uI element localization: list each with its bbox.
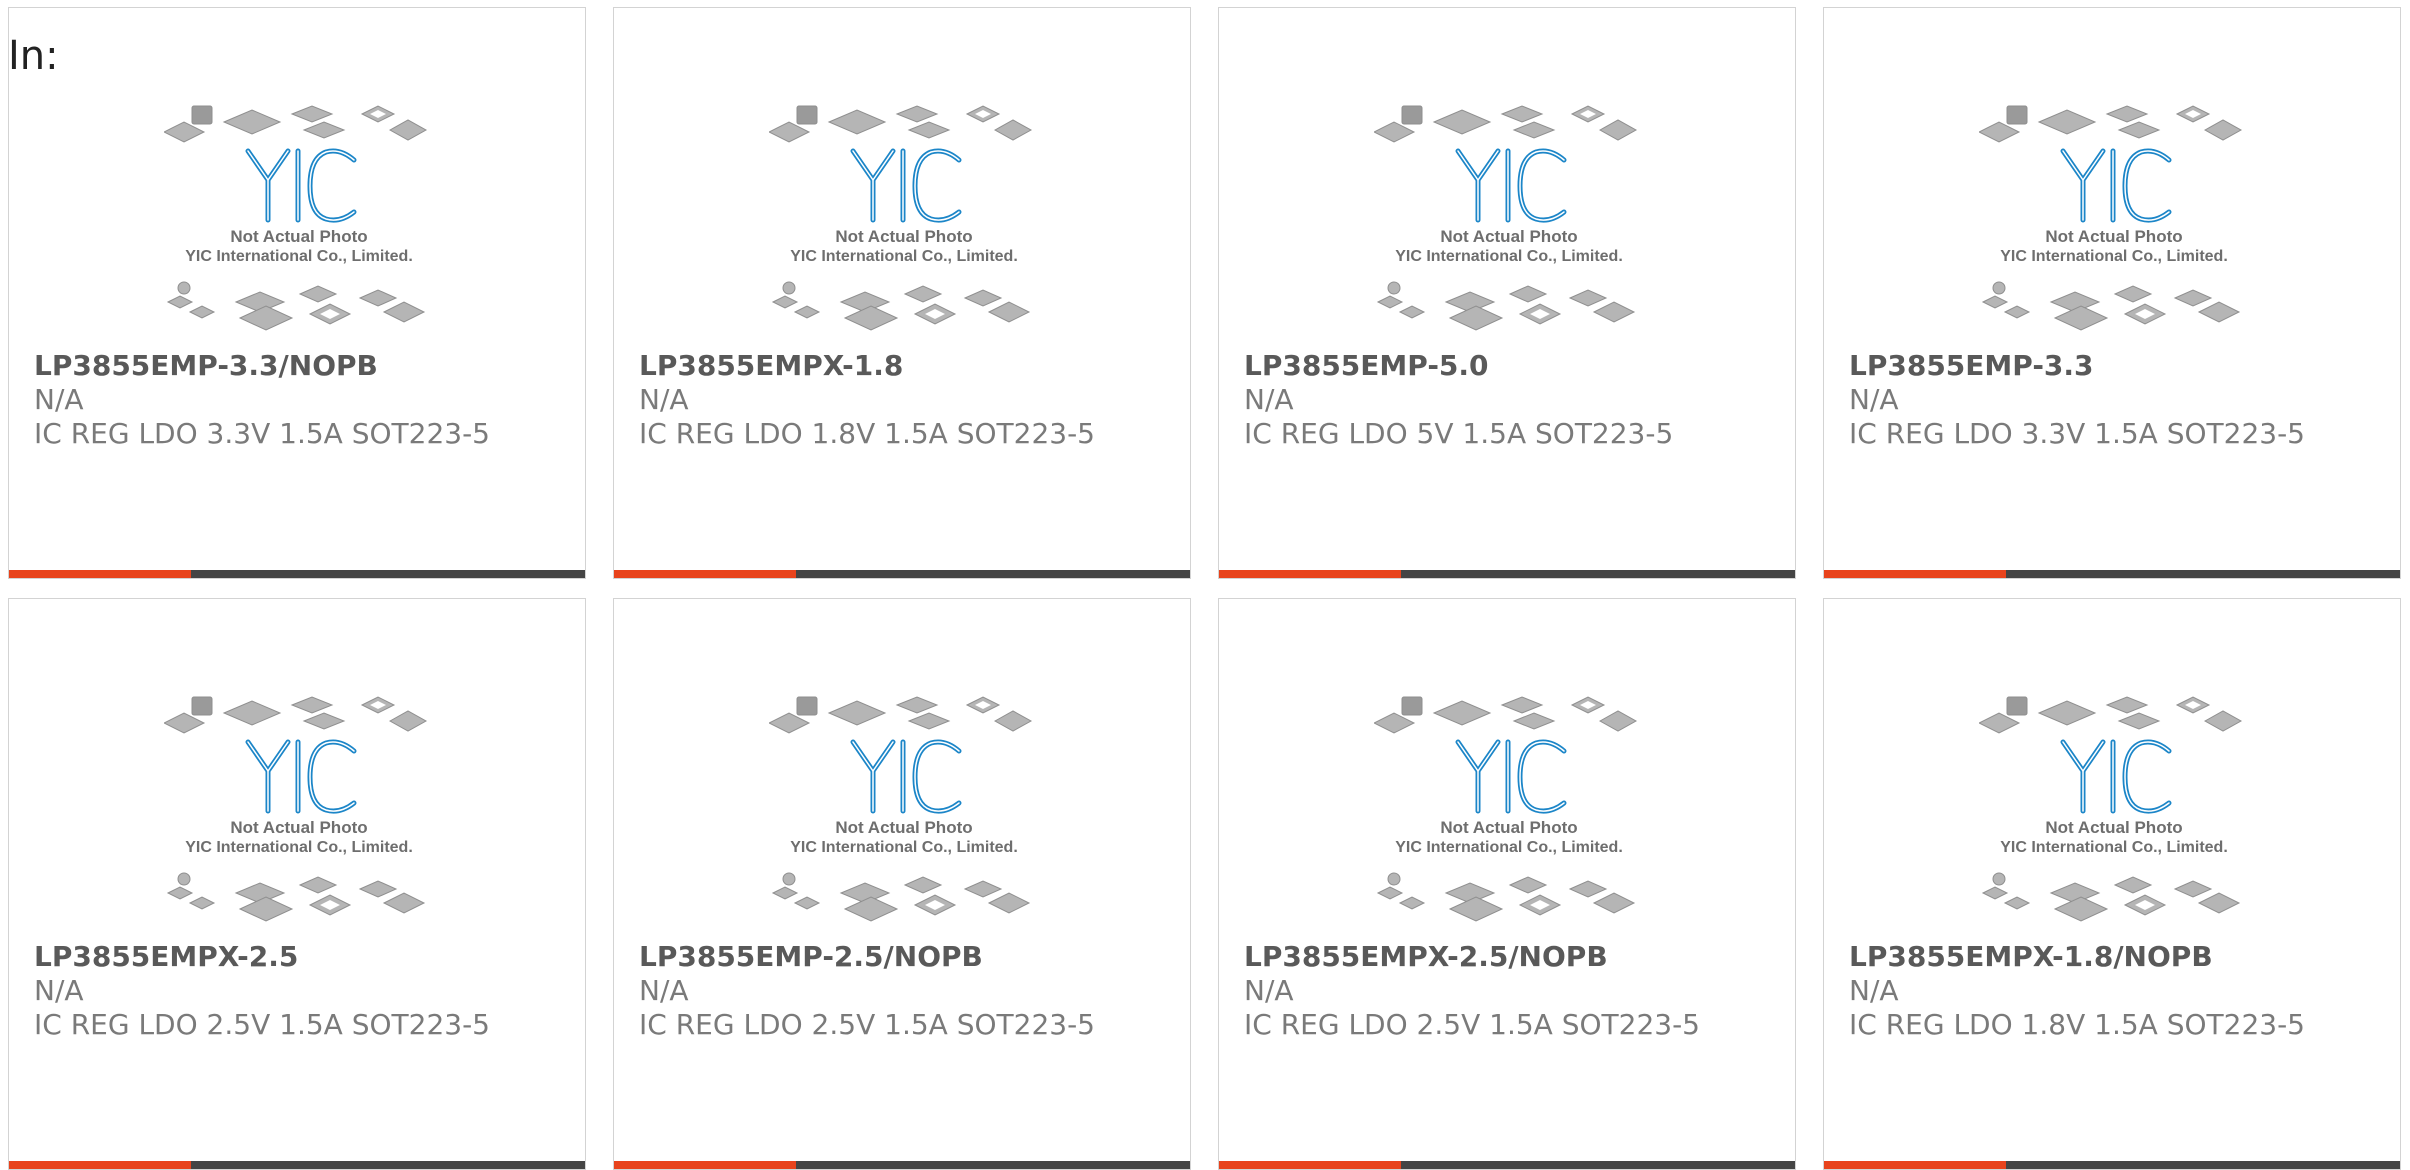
product-image[interactable]: Not Actual Photo YIC International Co., … <box>1977 96 2249 346</box>
description: IC REG LDO 2.5V 1.5A SOT223-5 <box>34 1008 490 1041</box>
placeholder-caption-line2: YIC International Co., Limited. <box>1395 248 1623 265</box>
description: IC REG LDO 5V 1.5A SOT223-5 <box>1244 417 1674 450</box>
product-image[interactable]: Not Actual Photo YIC International Co., … <box>767 687 1039 937</box>
card-bottom-bar <box>1824 570 2400 578</box>
product-card[interactable]: Not Actual Photo YIC International Co., … <box>8 598 586 1170</box>
card-bar-accent <box>9 570 191 578</box>
card-bottom-bar <box>9 570 585 578</box>
chip-placeholder-icon: Not Actual Photo YIC International Co., … <box>162 105 428 331</box>
part-number[interactable]: LP3855EMPX-1.8 <box>639 349 1180 383</box>
placeholder-caption-line1: Not Actual Photo <box>1440 227 1577 246</box>
part-number[interactable]: LP3855EMP-3.3/NOPB <box>34 349 575 383</box>
product-info: LP3855EMP-2.5/NOPB N/A IC REG LDO 2.5V 1… <box>639 940 1180 1042</box>
placeholder-caption-line1: Not Actual Photo <box>835 227 972 246</box>
card-bar-accent <box>614 570 796 578</box>
card-bottom-bar <box>1219 570 1795 578</box>
part-number[interactable]: LP3855EMPX-1.8/NOPB <box>1849 940 2390 974</box>
placeholder-caption-line2: YIC International Co., Limited. <box>790 248 1018 265</box>
manufacturer: N/A <box>639 974 689 1007</box>
placeholder-caption-line2: YIC International Co., Limited. <box>2000 839 2228 856</box>
card-bar-accent <box>614 1161 796 1169</box>
card-bar-accent <box>1219 1161 1401 1169</box>
manufacturer: N/A <box>1849 974 1899 1007</box>
card-bar-accent <box>1219 570 1401 578</box>
chip-placeholder-icon: Not Actual Photo YIC International Co., … <box>1372 696 1638 922</box>
product-image[interactable]: Not Actual Photo YIC International Co., … <box>1372 687 1644 937</box>
chip-placeholder-icon: Not Actual Photo YIC International Co., … <box>767 105 1033 331</box>
chip-placeholder-icon: Not Actual Photo YIC International Co., … <box>162 696 428 922</box>
card-bottom-bar <box>1219 1161 1795 1169</box>
product-info: LP3855EMP-3.3/NOPB N/A IC REG LDO 3.3V 1… <box>34 349 575 451</box>
product-card[interactable]: Not Actual Photo YIC International Co., … <box>613 7 1191 579</box>
placeholder-caption-line1: Not Actual Photo <box>2045 227 2182 246</box>
chip-placeholder-icon: Not Actual Photo YIC International Co., … <box>767 696 1033 922</box>
product-image[interactable]: Not Actual Photo YIC International Co., … <box>1977 687 2249 937</box>
description: IC REG LDO 2.5V 1.5A SOT223-5 <box>639 1008 1095 1041</box>
part-number[interactable]: LP3855EMPX-2.5 <box>34 940 575 974</box>
card-bottom-bar <box>9 1161 585 1169</box>
product-card[interactable]: Not Actual Photo YIC International Co., … <box>613 598 1191 1170</box>
product-card[interactable]: Not Actual Photo YIC International Co., … <box>1218 7 1796 579</box>
part-number[interactable]: LP3855EMPX-2.5/NOPB <box>1244 940 1785 974</box>
part-number[interactable]: LP3855EMP-5.0 <box>1244 349 1785 383</box>
placeholder-caption-line2: YIC International Co., Limited. <box>1395 839 1623 856</box>
manufacturer: N/A <box>1244 974 1294 1007</box>
chip-placeholder-icon: Not Actual Photo YIC International Co., … <box>1977 105 2243 331</box>
chip-placeholder-icon: Not Actual Photo YIC International Co., … <box>1372 105 1638 331</box>
manufacturer: N/A <box>639 383 689 416</box>
placeholder-caption-line1: Not Actual Photo <box>230 818 367 837</box>
placeholder-caption-line1: Not Actual Photo <box>1440 818 1577 837</box>
description: IC REG LDO 3.3V 1.5A SOT223-5 <box>34 417 490 450</box>
product-image[interactable]: Not Actual Photo YIC International Co., … <box>767 96 1039 346</box>
product-card[interactable]: Not Actual Photo YIC International Co., … <box>8 7 586 579</box>
placeholder-caption-line2: YIC International Co., Limited. <box>185 248 413 265</box>
placeholder-caption-line2: YIC International Co., Limited. <box>2000 248 2228 265</box>
product-info: LP3855EMP-5.0 N/A IC REG LDO 5V 1.5A SOT… <box>1244 349 1785 451</box>
card-bottom-bar <box>614 1161 1190 1169</box>
product-grid: Not Actual Photo YIC International Co., … <box>8 7 2401 1170</box>
part-number[interactable]: LP3855EMP-2.5/NOPB <box>639 940 1180 974</box>
description: IC REG LDO 1.8V 1.5A SOT223-5 <box>639 417 1095 450</box>
product-image[interactable]: Not Actual Photo YIC International Co., … <box>1372 96 1644 346</box>
manufacturer: N/A <box>34 383 84 416</box>
product-info: LP3855EMPX-2.5/NOPB N/A IC REG LDO 2.5V … <box>1244 940 1785 1042</box>
description: IC REG LDO 2.5V 1.5A SOT223-5 <box>1244 1008 1700 1041</box>
product-info: LP3855EMP-3.3 N/A IC REG LDO 3.3V 1.5A S… <box>1849 349 2390 451</box>
placeholder-caption-line1: Not Actual Photo <box>2045 818 2182 837</box>
product-card[interactable]: Not Actual Photo YIC International Co., … <box>1823 7 2401 579</box>
product-card[interactable]: Not Actual Photo YIC International Co., … <box>1823 598 2401 1170</box>
placeholder-caption-line1: Not Actual Photo <box>835 818 972 837</box>
manufacturer: N/A <box>1244 383 1294 416</box>
card-bottom-bar <box>614 570 1190 578</box>
product-image[interactable]: Not Actual Photo YIC International Co., … <box>162 96 434 346</box>
card-bar-accent <box>1824 1161 2006 1169</box>
product-info: LP3855EMPX-2.5 N/A IC REG LDO 2.5V 1.5A … <box>34 940 575 1042</box>
chip-placeholder-icon: Not Actual Photo YIC International Co., … <box>1977 696 2243 922</box>
card-bottom-bar <box>1824 1161 2400 1169</box>
filter-label: In: <box>8 33 59 79</box>
manufacturer: N/A <box>1849 383 1899 416</box>
placeholder-caption-line2: YIC International Co., Limited. <box>790 839 1018 856</box>
product-info: LP3855EMPX-1.8 N/A IC REG LDO 1.8V 1.5A … <box>639 349 1180 451</box>
description: IC REG LDO 1.8V 1.5A SOT223-5 <box>1849 1008 2305 1041</box>
description: IC REG LDO 3.3V 1.5A SOT223-5 <box>1849 417 2305 450</box>
placeholder-caption-line2: YIC International Co., Limited. <box>185 839 413 856</box>
part-number[interactable]: LP3855EMP-3.3 <box>1849 349 2390 383</box>
card-bar-accent <box>9 1161 191 1169</box>
card-bar-accent <box>1824 570 2006 578</box>
placeholder-caption-line1: Not Actual Photo <box>230 227 367 246</box>
product-card[interactable]: Not Actual Photo YIC International Co., … <box>1218 598 1796 1170</box>
product-image[interactable]: Not Actual Photo YIC International Co., … <box>162 687 434 937</box>
product-info: LP3855EMPX-1.8/NOPB N/A IC REG LDO 1.8V … <box>1849 940 2390 1042</box>
manufacturer: N/A <box>34 974 84 1007</box>
